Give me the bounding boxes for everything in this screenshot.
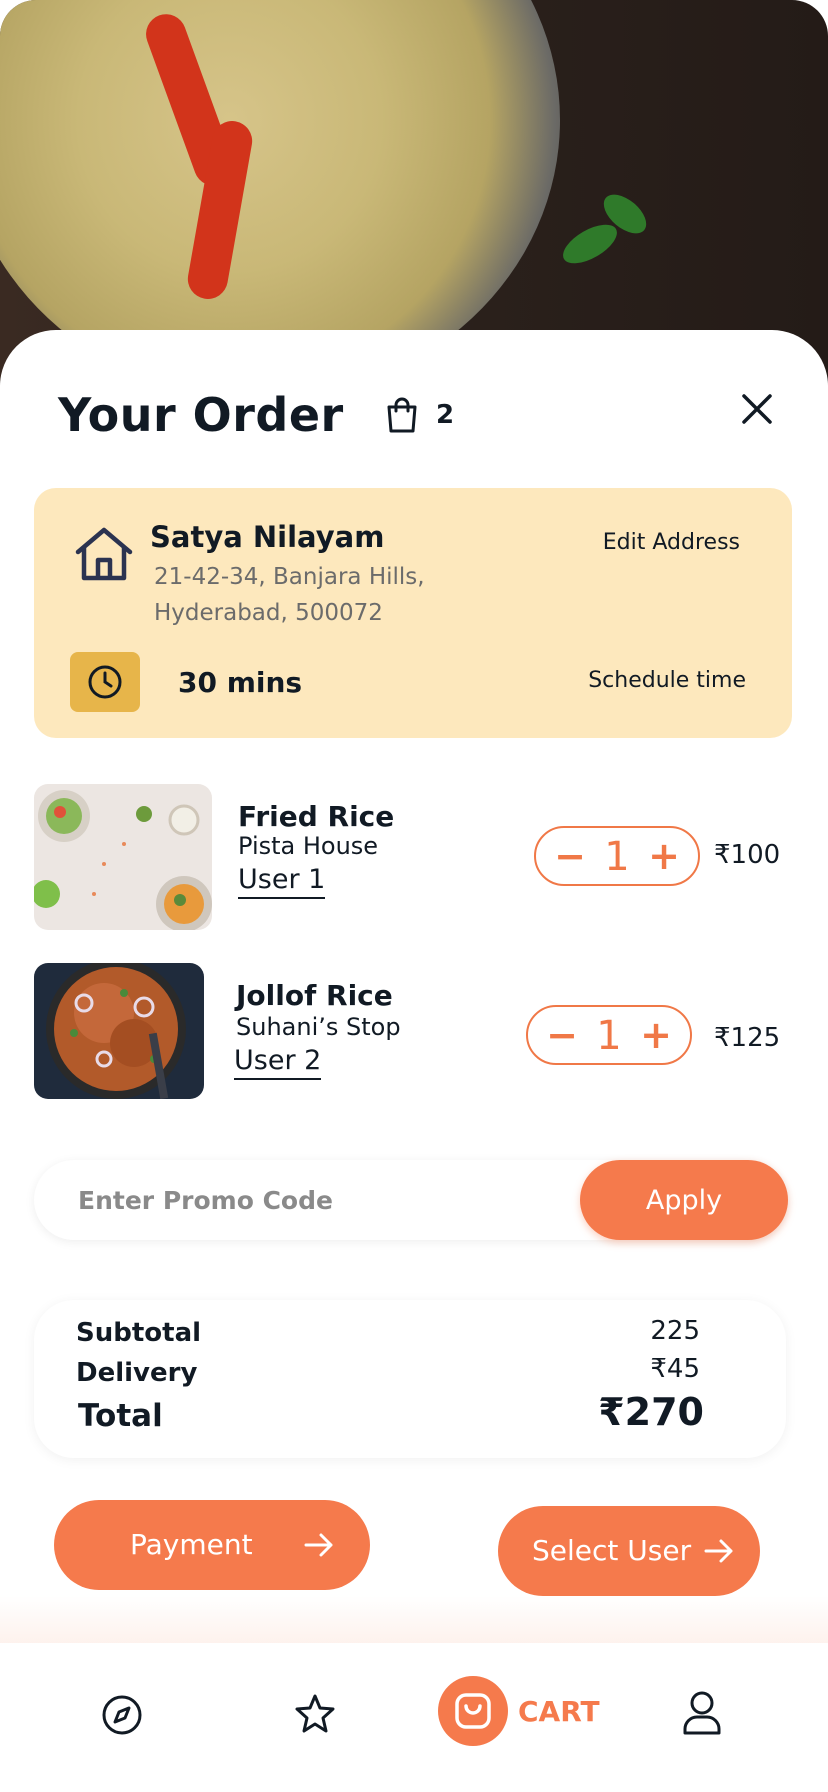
item-restaurant: Suhani’s Stop — [236, 1013, 401, 1041]
payment-label: Payment — [130, 1528, 253, 1561]
subtotal-value: 225 — [650, 1316, 700, 1346]
total-value: ₹270 — [598, 1390, 704, 1434]
item-name: Jollof Rice — [236, 979, 393, 1012]
cart-tab[interactable] — [438, 1676, 508, 1746]
total-label: Total — [78, 1398, 163, 1434]
cart-count: 2 — [436, 400, 455, 430]
address-name: Satya Nilayam — [150, 520, 385, 554]
quantity-value: 1 — [604, 834, 630, 880]
item-restaurant: Pista House — [238, 832, 379, 860]
item-price: ₹100 — [714, 840, 781, 870]
home-icon — [75, 527, 133, 581]
edit-address-link[interactable]: Edit Address — [603, 530, 740, 555]
compass-icon[interactable] — [100, 1693, 144, 1737]
apply-button[interactable]: Apply — [580, 1160, 788, 1240]
item-price: ₹125 — [714, 1023, 781, 1053]
bottom-nav: CART — [0, 1643, 828, 1792]
shopping-bag-icon — [387, 397, 417, 433]
arrow-right-icon — [704, 1539, 733, 1563]
page-title: Your Order — [58, 388, 344, 442]
increase-button[interactable]: + — [634, 1013, 678, 1057]
address-line-1: 21-42-34, Banjara Hills, — [154, 564, 425, 590]
delivery-value: ₹45 — [650, 1354, 700, 1384]
cart-icon — [455, 1693, 491, 1729]
clock-badge — [70, 652, 140, 712]
order-sheet: Your Order 2 Satya Nilayam 21-42-34, Ban… — [0, 330, 828, 1792]
address-card: Satya Nilayam 21-42-34, Banjara Hills, H… — [34, 488, 792, 738]
quantity-stepper: − 1 + — [534, 826, 700, 886]
decrease-button[interactable]: − — [548, 834, 592, 878]
item-name: Fried Rice — [238, 800, 395, 833]
promo-code-input[interactable] — [78, 1178, 498, 1222]
clock-icon — [88, 665, 122, 699]
item-user-link[interactable]: User 1 — [238, 864, 326, 899]
increase-button[interactable]: + — [642, 834, 686, 878]
fried-rice-image — [34, 784, 212, 930]
order-summary: Subtotal 225 Delivery ₹45 Total ₹270 — [34, 1300, 786, 1458]
payment-button[interactable]: Payment — [54, 1500, 370, 1590]
promo-code-bar: Apply — [34, 1160, 788, 1240]
jollof-rice-image — [34, 963, 204, 1099]
star-icon[interactable] — [292, 1691, 338, 1737]
select-user-label: Select User — [532, 1534, 692, 1567]
schedule-time-link[interactable]: Schedule time — [588, 668, 746, 693]
delivery-label: Delivery — [76, 1358, 198, 1388]
quantity-value: 1 — [596, 1013, 622, 1059]
item-user-link[interactable]: User 2 — [234, 1045, 322, 1080]
close-icon[interactable] — [740, 392, 774, 426]
decrease-button[interactable]: − — [540, 1013, 584, 1057]
cart-item: Fried Rice Pista House User 1 − 1 + ₹100 — [34, 784, 794, 934]
subtotal-label: Subtotal — [76, 1318, 202, 1348]
cart-item: Jollof Rice Suhani’s Stop User 2 − 1 + ₹… — [34, 963, 794, 1113]
select-user-button[interactable]: Select User — [498, 1506, 760, 1596]
arrow-right-icon — [304, 1533, 333, 1557]
user-icon[interactable] — [680, 1689, 724, 1737]
nav-fade — [0, 1596, 828, 1646]
quantity-stepper: − 1 + — [526, 1005, 692, 1065]
cart-tab-label[interactable]: CART — [518, 1695, 600, 1728]
delivery-eta: 30 mins — [178, 666, 303, 699]
address-line-2: Hyderabad, 500072 — [154, 600, 383, 626]
